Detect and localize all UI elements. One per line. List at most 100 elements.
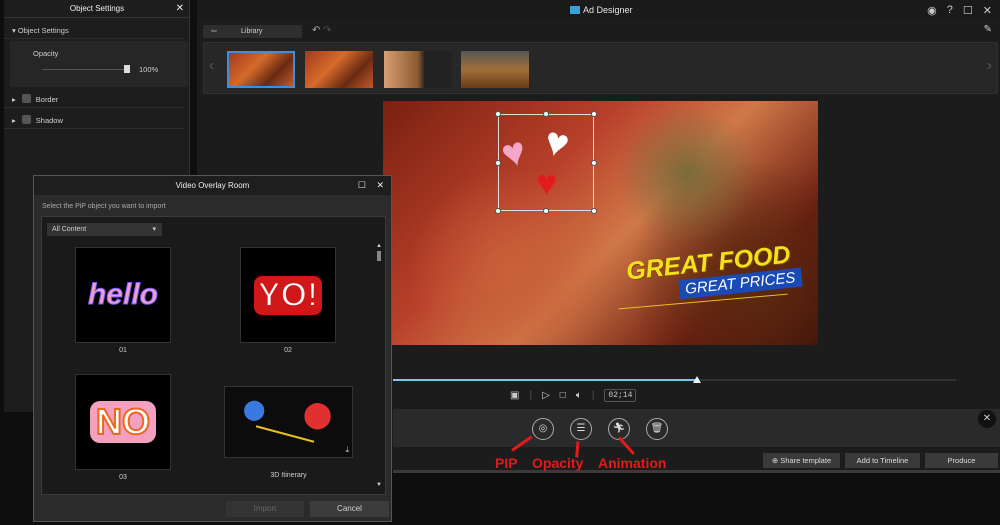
border-label: Border bbox=[35, 95, 59, 104]
library-label: Library bbox=[241, 28, 263, 35]
redo-icon[interactable]: ↷ bbox=[323, 25, 331, 36]
section-object-settings[interactable]: ▾ Object Settings bbox=[4, 22, 184, 39]
scrollbar[interactable]: ▲ ▼ bbox=[375, 243, 383, 488]
running-icon: 🏃︎ bbox=[612, 423, 626, 434]
maximize-icon[interactable]: ☐ bbox=[963, 4, 973, 17]
delete-button[interactable]: 🗑︎ bbox=[646, 418, 668, 440]
volume-icon[interactable]: 🔈︎ bbox=[576, 390, 582, 401]
globe-icon: ⊕ bbox=[771, 456, 781, 465]
undo-icon[interactable]: ↶ bbox=[312, 25, 320, 36]
content-filter-dropdown[interactable]: All Content ▾ bbox=[47, 223, 162, 236]
share-label: Share template bbox=[780, 456, 832, 465]
opacity-value: 100% bbox=[139, 65, 159, 74]
opacity-slider[interactable] bbox=[42, 69, 127, 70]
item-label: 01 bbox=[119, 347, 127, 354]
opacity-button[interactable]: ☰ bbox=[570, 418, 592, 440]
import-button[interactable]: Import bbox=[226, 501, 304, 517]
produce-button[interactable]: Produce bbox=[925, 453, 998, 468]
red-heart: ♥ bbox=[536, 162, 558, 203]
white-heart: ♥ bbox=[539, 118, 575, 168]
cancel-button[interactable]: Cancel bbox=[310, 501, 389, 517]
app-logo-icon bbox=[570, 6, 580, 14]
close-icon[interactable]: ✕ bbox=[376, 176, 384, 195]
resize-handle[interactable] bbox=[495, 160, 501, 166]
video-overlay-room-dialog: Video Overlay Room ☐ ✕ Select the PiP obj… bbox=[33, 175, 392, 522]
close-toolbar-button[interactable]: ✕ bbox=[978, 410, 996, 428]
dialog-instruction: Select the PiP object you want to import bbox=[42, 203, 166, 210]
chevron-down-icon: ▾ bbox=[152, 226, 156, 233]
opacity-label: Opacity bbox=[33, 49, 59, 58]
undo-redo: ↶ ↷ bbox=[312, 25, 332, 36]
share-template-button[interactable]: ⊕ Share template bbox=[763, 453, 840, 468]
item-label: 02 bbox=[284, 347, 292, 354]
timeline-progress bbox=[393, 379, 698, 381]
edit-icon[interactable]: ✎ bbox=[984, 24, 992, 35]
template-strip: ‹ › bbox=[203, 42, 998, 94]
resize-handle[interactable] bbox=[543, 208, 549, 214]
scrollbar-thumb[interactable] bbox=[377, 251, 381, 261]
account-icon[interactable]: ◉ bbox=[927, 4, 937, 17]
item-label: 3D Itinerary bbox=[270, 472, 307, 479]
timecode: 02;14 bbox=[604, 389, 637, 402]
item-label: 03 bbox=[119, 474, 127, 481]
stop-icon[interactable]: □ bbox=[560, 390, 566, 401]
overlay-item[interactable]: ⬤ ⬤ ⤓ 3D Itinerary bbox=[224, 386, 353, 479]
resize-handle[interactable] bbox=[591, 160, 597, 166]
close-icon[interactable]: ✕ bbox=[983, 4, 992, 17]
object-toolbar bbox=[393, 409, 1000, 447]
border-checkbox[interactable] bbox=[21, 94, 31, 103]
preview-mode-icon[interactable]: ▣ bbox=[510, 390, 519, 401]
overlay-grid: All Content ▾ hello 01 YO! 02 NO 03 ⬤ ⬤ ⤓… bbox=[41, 216, 386, 495]
section-shadow[interactable]: ▸ Shadow bbox=[4, 112, 184, 129]
shadow-checkbox[interactable] bbox=[21, 115, 31, 124]
close-icon[interactable]: ✕ bbox=[176, 0, 184, 18]
help-icon[interactable]: ? bbox=[947, 4, 953, 17]
map-pin-icon: ⬤ bbox=[243, 399, 266, 421]
library-button[interactable]: ⇦ Library bbox=[203, 25, 302, 38]
section-label: Object Settings bbox=[17, 26, 69, 35]
resize-handle[interactable] bbox=[591, 208, 597, 214]
chevron-left-icon[interactable]: ‹ bbox=[209, 57, 214, 75]
play-icon[interactable]: ▷ bbox=[542, 390, 550, 401]
dialog-title: Video Overlay Room bbox=[175, 181, 250, 190]
app-title-text: Ad Designer bbox=[583, 5, 633, 15]
section-border[interactable]: ▸ Border bbox=[4, 91, 184, 108]
pip-selection-box[interactable]: ♥ ♥ ♥ bbox=[495, 111, 597, 214]
back-arrow-icon: ⇦ bbox=[211, 28, 217, 35]
filter-value: All Content bbox=[52, 226, 87, 233]
no-art: NO bbox=[90, 400, 156, 443]
hello-art: hello bbox=[87, 278, 158, 312]
resize-handle[interactable] bbox=[543, 111, 549, 117]
template-thumb[interactable] bbox=[227, 51, 295, 88]
annotation-pip: PIP bbox=[495, 455, 518, 471]
maximize-icon[interactable]: ☐ bbox=[358, 176, 366, 195]
panel-title: Object Settings ✕ bbox=[4, 0, 190, 18]
add-to-timeline-button[interactable]: Add to Timeline bbox=[845, 453, 920, 468]
annotation-opacity: Opacity bbox=[532, 455, 584, 471]
video-preview[interactable]: ♥ ♥ ♥ GREAT FOOD GREAT PRICES bbox=[383, 101, 818, 345]
divider bbox=[393, 470, 1000, 473]
shadow-label: Shadow bbox=[35, 116, 63, 125]
template-thumb[interactable] bbox=[305, 51, 373, 88]
chevron-right-icon[interactable]: › bbox=[987, 57, 992, 75]
player-controls: ▣ | ▷ □ 🔈︎ | 02;14 bbox=[510, 389, 637, 402]
pink-heart: ♥ bbox=[496, 128, 532, 178]
overlay-item[interactable]: NO 03 bbox=[75, 374, 171, 481]
panel-title-text: Object Settings bbox=[69, 4, 125, 13]
download-icon[interactable]: ⤓ bbox=[345, 445, 349, 455]
pip-button[interactable]: ◎ bbox=[532, 418, 554, 440]
trash-icon: 🗑︎ bbox=[650, 423, 664, 434]
overlay-item[interactable]: hello 01 bbox=[75, 247, 171, 354]
overlay-item[interactable]: YO! 02 bbox=[240, 247, 336, 354]
resize-handle[interactable] bbox=[495, 111, 501, 117]
template-thumb[interactable] bbox=[461, 51, 529, 88]
resize-handle[interactable] bbox=[591, 111, 597, 117]
window-controls: ◉? ☐ ✕ bbox=[927, 4, 992, 17]
resize-handle[interactable] bbox=[495, 208, 501, 214]
opacity-slider-thumb[interactable] bbox=[124, 65, 130, 73]
template-thumb[interactable] bbox=[384, 51, 452, 88]
sliders-icon: ☰ bbox=[576, 423, 586, 434]
yo-art: YO! bbox=[253, 275, 323, 315]
playhead[interactable] bbox=[693, 376, 702, 383]
annotation-animation: Animation bbox=[598, 455, 667, 471]
